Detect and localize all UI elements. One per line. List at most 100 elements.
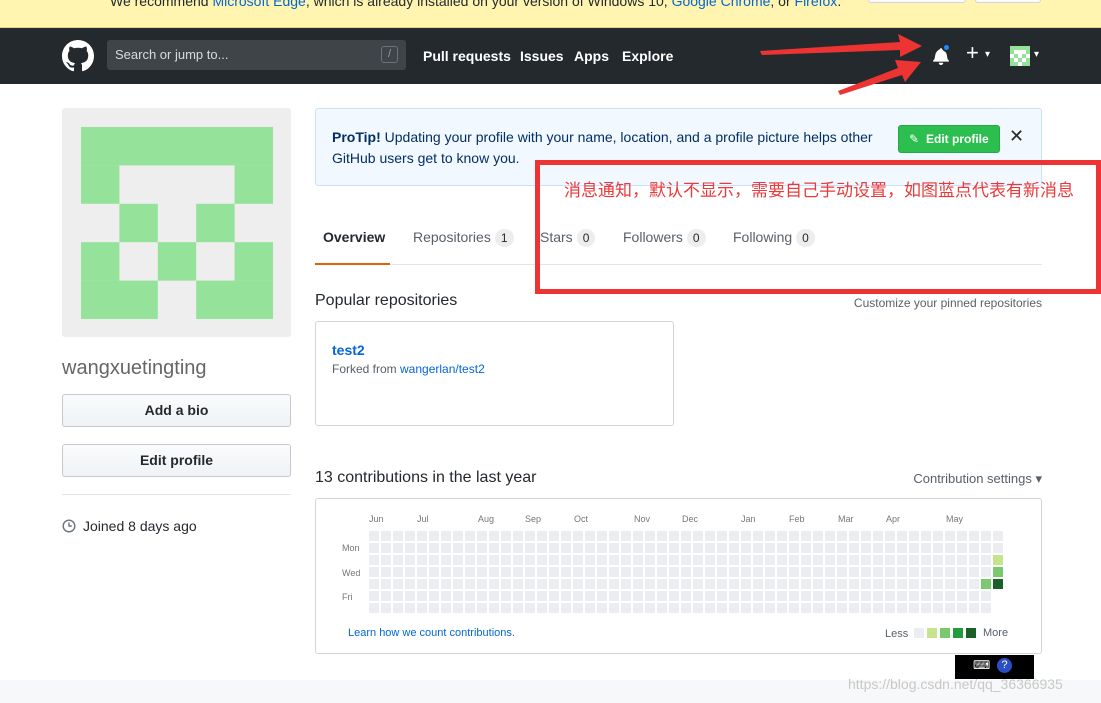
contribution-day[interactable] bbox=[957, 591, 967, 601]
contribution-day[interactable] bbox=[717, 603, 727, 613]
contribution-day[interactable] bbox=[777, 591, 787, 601]
contribution-day[interactable] bbox=[549, 603, 559, 613]
contribution-day[interactable] bbox=[993, 543, 1003, 553]
contribution-day[interactable] bbox=[885, 543, 895, 553]
contribution-day[interactable] bbox=[849, 555, 859, 565]
contribution-day[interactable] bbox=[753, 603, 763, 613]
contribution-day[interactable] bbox=[753, 555, 763, 565]
contribution-day[interactable] bbox=[465, 555, 475, 565]
contribution-day[interactable] bbox=[405, 579, 415, 589]
contribution-day[interactable] bbox=[621, 531, 631, 541]
contribution-day[interactable] bbox=[405, 555, 415, 565]
contribution-day[interactable] bbox=[717, 531, 727, 541]
contribution-day[interactable] bbox=[669, 531, 679, 541]
contribution-day[interactable] bbox=[981, 591, 991, 601]
contribution-day[interactable] bbox=[945, 555, 955, 565]
contribution-day[interactable] bbox=[537, 603, 547, 613]
contribution-day[interactable] bbox=[465, 579, 475, 589]
contribution-day[interactable] bbox=[417, 591, 427, 601]
contribution-day[interactable] bbox=[621, 579, 631, 589]
contribution-day[interactable] bbox=[717, 591, 727, 601]
contribution-day[interactable] bbox=[381, 555, 391, 565]
contribution-day[interactable] bbox=[573, 543, 583, 553]
contribution-day[interactable] bbox=[837, 531, 847, 541]
contribution-day[interactable] bbox=[945, 543, 955, 553]
contribution-day[interactable] bbox=[909, 603, 919, 613]
contribution-day[interactable] bbox=[525, 591, 535, 601]
contribution-day[interactable] bbox=[429, 591, 439, 601]
contribution-day[interactable] bbox=[753, 531, 763, 541]
contribution-day[interactable] bbox=[957, 531, 967, 541]
contribution-day[interactable] bbox=[657, 579, 667, 589]
contribution-day[interactable] bbox=[945, 579, 955, 589]
contribution-day[interactable] bbox=[921, 531, 931, 541]
contribution-day[interactable] bbox=[561, 591, 571, 601]
contribution-day[interactable] bbox=[657, 531, 667, 541]
contribution-day[interactable] bbox=[429, 531, 439, 541]
contribution-day[interactable] bbox=[957, 567, 967, 577]
contribution-day[interactable] bbox=[717, 567, 727, 577]
customize-pins-link[interactable]: Customize your pinned repositories bbox=[854, 296, 1042, 310]
contribution-day[interactable] bbox=[741, 555, 751, 565]
contribution-day[interactable] bbox=[861, 591, 871, 601]
contribution-day[interactable] bbox=[933, 555, 943, 565]
contribution-day[interactable] bbox=[741, 579, 751, 589]
contribution-day[interactable] bbox=[381, 543, 391, 553]
contribution-day[interactable] bbox=[621, 567, 631, 577]
contribution-day[interactable] bbox=[681, 591, 691, 601]
contribution-day[interactable] bbox=[873, 531, 883, 541]
contribution-day[interactable] bbox=[537, 543, 547, 553]
contribution-day[interactable] bbox=[525, 567, 535, 577]
contribution-day[interactable] bbox=[573, 531, 583, 541]
contribution-day[interactable] bbox=[573, 567, 583, 577]
contribution-day[interactable] bbox=[669, 579, 679, 589]
contribution-day[interactable] bbox=[585, 579, 595, 589]
contribution-day[interactable] bbox=[381, 579, 391, 589]
contribution-day[interactable] bbox=[645, 555, 655, 565]
contribution-day[interactable] bbox=[477, 567, 487, 577]
contribution-day[interactable] bbox=[537, 567, 547, 577]
contribution-day[interactable] bbox=[501, 567, 511, 577]
contribution-day[interactable] bbox=[921, 543, 931, 553]
contribution-day[interactable] bbox=[609, 579, 619, 589]
contribution-day[interactable] bbox=[549, 567, 559, 577]
learn-contributions-link[interactable]: Learn how we count contributions. bbox=[348, 627, 515, 639]
contribution-day[interactable] bbox=[921, 603, 931, 613]
contribution-day[interactable] bbox=[849, 567, 859, 577]
contribution-day[interactable] bbox=[981, 579, 991, 589]
edit-profile-button[interactable]: Edit profile bbox=[62, 444, 291, 477]
contribution-day[interactable] bbox=[597, 543, 607, 553]
contribution-day[interactable] bbox=[501, 591, 511, 601]
contribution-day[interactable] bbox=[813, 591, 823, 601]
contribution-day[interactable] bbox=[417, 579, 427, 589]
contribution-day[interactable] bbox=[897, 579, 907, 589]
contribution-day[interactable] bbox=[633, 555, 643, 565]
contribution-day[interactable] bbox=[429, 567, 439, 577]
contribution-day[interactable] bbox=[597, 603, 607, 613]
contribution-day[interactable] bbox=[669, 555, 679, 565]
contribution-day[interactable] bbox=[657, 591, 667, 601]
contribution-day[interactable] bbox=[489, 555, 499, 565]
close-icon[interactable]: ✕ bbox=[1009, 126, 1024, 147]
contribution-day[interactable] bbox=[729, 567, 739, 577]
contribution-day[interactable] bbox=[525, 603, 535, 613]
contribution-day[interactable] bbox=[417, 543, 427, 553]
contribution-day[interactable] bbox=[897, 603, 907, 613]
contribution-day[interactable] bbox=[873, 555, 883, 565]
contribution-day[interactable] bbox=[981, 531, 991, 541]
contribution-day[interactable] bbox=[381, 531, 391, 541]
contribution-day[interactable] bbox=[885, 567, 895, 577]
contribution-day[interactable] bbox=[549, 531, 559, 541]
contribution-day[interactable] bbox=[825, 555, 835, 565]
contribution-day[interactable] bbox=[681, 555, 691, 565]
contribution-day[interactable] bbox=[837, 591, 847, 601]
contribution-day[interactable] bbox=[993, 531, 1003, 541]
contribution-day[interactable] bbox=[669, 603, 679, 613]
contribution-day[interactable] bbox=[669, 567, 679, 577]
contribution-day[interactable] bbox=[597, 567, 607, 577]
contribution-day[interactable] bbox=[777, 567, 787, 577]
contribution-day[interactable] bbox=[645, 567, 655, 577]
contribution-day[interactable] bbox=[477, 555, 487, 565]
contribution-day[interactable] bbox=[549, 579, 559, 589]
contribution-day[interactable] bbox=[405, 567, 415, 577]
